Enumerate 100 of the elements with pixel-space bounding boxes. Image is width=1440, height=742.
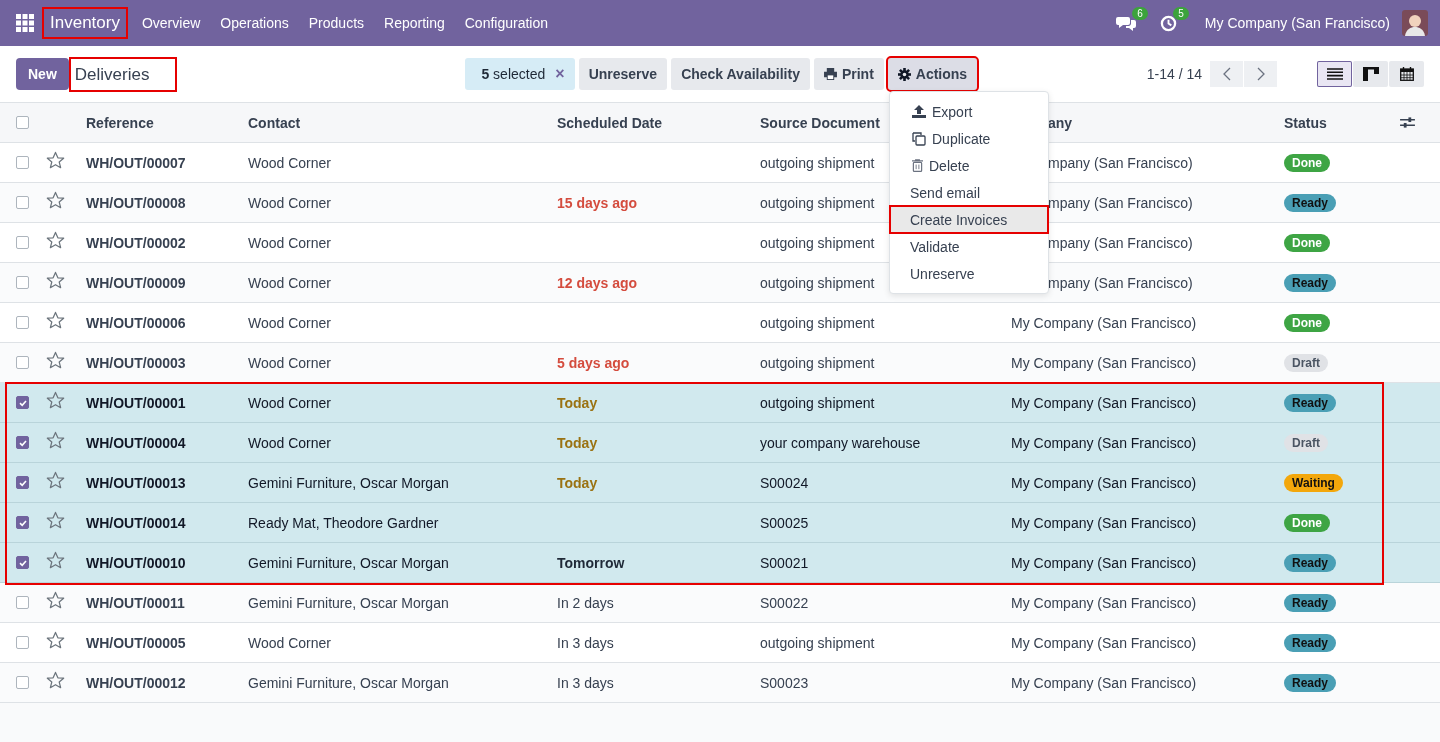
app-name-link[interactable]: Inventory xyxy=(44,9,126,37)
source-cell: outgoing shipment xyxy=(760,274,875,291)
star-icon[interactable] xyxy=(46,471,65,490)
print-button[interactable]: Print xyxy=(813,58,884,90)
menu-item[interactable]: Create Invoices xyxy=(890,206,1048,233)
view-switch-button[interactable] xyxy=(1389,61,1424,87)
column-header[interactable]: Status xyxy=(1284,114,1327,131)
actions-button[interactable]: Actions xyxy=(887,58,978,90)
date-cell: In 2 days xyxy=(557,594,614,611)
menu-item[interactable]: Configuration xyxy=(454,15,558,31)
chat-icon[interactable] xyxy=(1115,15,1136,31)
selection-count: 5 selected xyxy=(481,66,546,82)
checkbox[interactable] xyxy=(16,396,29,409)
company-cell: My Company (San Francisco) xyxy=(1011,554,1197,571)
checkbox[interactable] xyxy=(16,116,29,129)
company-switcher[interactable]: My Company (San Francisco) xyxy=(1204,15,1390,31)
column-header[interactable]: Scheduled Date xyxy=(557,114,663,131)
reference-cell: WH/OUT/00004 xyxy=(86,434,186,451)
upload-icon xyxy=(912,105,926,118)
menu-item[interactable]: Export xyxy=(890,98,1048,125)
clock-icon[interactable] xyxy=(1159,14,1177,32)
date-cell: 15 days ago xyxy=(557,194,638,211)
company-cell: My Company (San Francisco) xyxy=(1011,474,1197,491)
checkbox[interactable] xyxy=(16,156,29,169)
contact-cell: Ready Mat, Theodore Gardner xyxy=(248,514,439,531)
star-icon[interactable] xyxy=(46,631,65,650)
status-badge: Done xyxy=(1284,153,1330,172)
date-cell: Today xyxy=(557,394,598,411)
source-cell: outgoing shipment xyxy=(760,354,875,371)
source-cell: S00025 xyxy=(760,514,809,531)
checkbox[interactable] xyxy=(16,436,29,449)
checkbox[interactable] xyxy=(16,676,29,689)
company-cell: My Company (San Francisco) xyxy=(1011,354,1197,371)
reference-cell: WH/OUT/00003 xyxy=(86,354,186,371)
trash-icon xyxy=(912,159,923,172)
checkbox[interactable] xyxy=(16,356,29,369)
menu-item[interactable]: Send email xyxy=(890,179,1048,206)
menu-item[interactable]: Operations xyxy=(210,15,299,31)
view-switch-button[interactable] xyxy=(1353,61,1388,87)
checkbox[interactable] xyxy=(16,556,29,569)
company-cell-text: mpany (San Francisco) xyxy=(1047,274,1193,291)
date-cell: 12 days ago xyxy=(557,274,638,291)
menu-item[interactable]: Overview xyxy=(131,15,211,31)
close-icon[interactable]: × xyxy=(555,65,565,83)
view-switch-button[interactable] xyxy=(1317,61,1352,87)
menu-item[interactable]: Duplicate xyxy=(890,125,1048,152)
checkbox[interactable] xyxy=(16,516,29,529)
new-button[interactable]: New xyxy=(16,58,69,90)
chevron-right-icon xyxy=(1256,67,1265,81)
checkbox[interactable] xyxy=(16,276,29,289)
menu-item[interactable]: Validate xyxy=(890,233,1048,260)
status-badge: Draft xyxy=(1284,433,1328,452)
star-icon[interactable] xyxy=(46,671,65,690)
star-icon[interactable] xyxy=(46,271,65,290)
toolbar-button[interactable]: Unreserve xyxy=(578,58,668,90)
apps-menu-icon[interactable] xyxy=(16,14,34,32)
star-icon[interactable] xyxy=(46,391,65,410)
reference-cell: WH/OUT/00008 xyxy=(86,194,186,211)
toolbar-button[interactable]: Check Availability xyxy=(671,58,810,90)
status-badge: Done xyxy=(1284,513,1330,532)
gear-icon xyxy=(897,67,911,81)
star-icon[interactable] xyxy=(46,551,65,570)
checkbox[interactable] xyxy=(16,476,29,489)
star-icon[interactable] xyxy=(46,511,65,530)
checkbox[interactable] xyxy=(16,236,29,249)
star-icon[interactable] xyxy=(46,151,65,170)
settings-icon[interactable] xyxy=(1400,116,1415,129)
star-icon[interactable] xyxy=(46,351,65,370)
date-cell: Today xyxy=(557,434,598,451)
checkbox[interactable] xyxy=(16,596,29,609)
menu-item[interactable]: Unreserve xyxy=(890,260,1048,287)
star-icon[interactable] xyxy=(46,231,65,250)
star-icon[interactable] xyxy=(46,431,65,450)
avatar[interactable] xyxy=(1402,10,1428,36)
company-cell: My Company (San Francisco) xyxy=(1011,514,1197,531)
menu-item[interactable]: Delete xyxy=(890,152,1048,179)
company-cell-text: mpany (San Francisco) xyxy=(1047,234,1193,251)
column-header[interactable]: Contact xyxy=(248,114,301,131)
printer-icon xyxy=(823,68,837,80)
star-icon[interactable] xyxy=(46,591,65,610)
column-header[interactable]: Reference xyxy=(86,114,154,131)
contact-cell: Wood Corner xyxy=(248,314,331,331)
status-badge: Ready xyxy=(1284,273,1337,292)
breadcrumb: Deliveries xyxy=(70,58,176,90)
message-count: 6 xyxy=(1132,7,1148,20)
checkbox[interactable] xyxy=(16,196,29,209)
date-cell: 5 days ago xyxy=(557,354,630,371)
date-cell: Tomorrow xyxy=(557,554,625,571)
company-cell: My Company (San Francisco) xyxy=(1011,674,1197,691)
checkbox[interactable] xyxy=(16,316,29,329)
column-header[interactable]: Source Document xyxy=(760,114,880,131)
star-icon[interactable] xyxy=(46,191,65,210)
contact-cell: Wood Corner xyxy=(248,394,331,411)
kanban-view-icon xyxy=(1362,67,1379,81)
status-badge: Ready xyxy=(1284,193,1337,212)
menu-item[interactable]: Products xyxy=(298,15,375,31)
checkbox[interactable] xyxy=(16,636,29,649)
star-icon[interactable] xyxy=(46,311,65,330)
status-badge: Ready xyxy=(1284,673,1337,692)
menu-item[interactable]: Reporting xyxy=(374,15,455,31)
